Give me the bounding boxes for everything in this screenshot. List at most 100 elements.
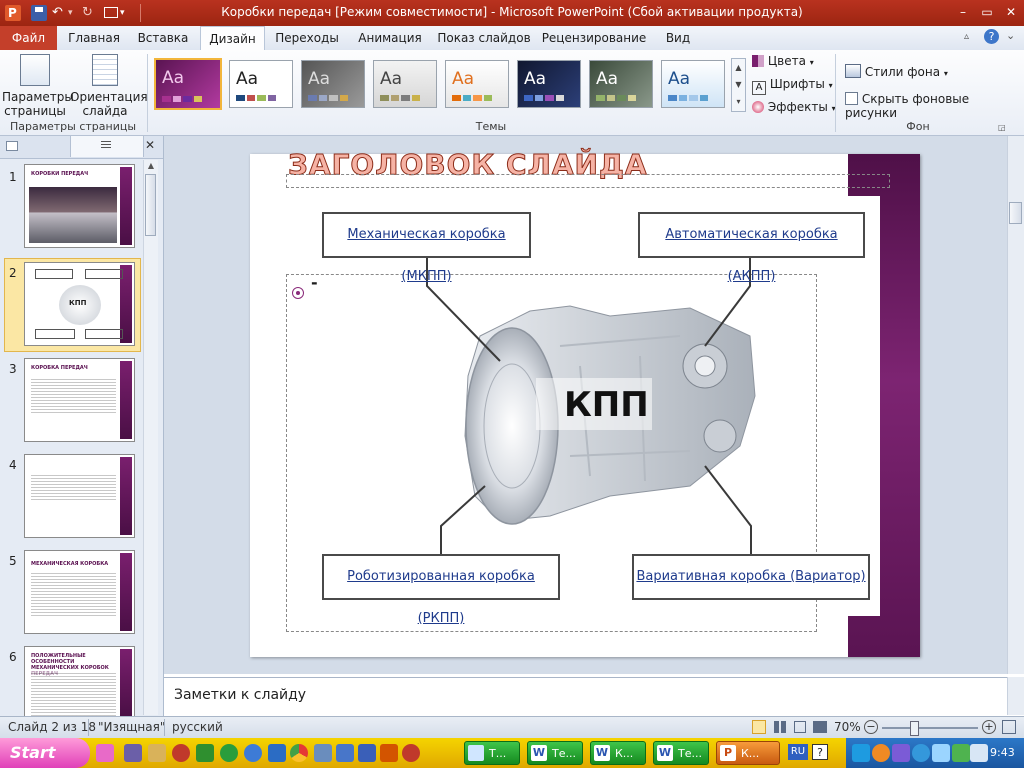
slides-panel-scrollbar[interactable]: ▲: [143, 160, 158, 715]
zoom-slider-thumb[interactable]: [910, 721, 919, 736]
title-placeholder-frame[interactable]: [286, 174, 890, 188]
gallery-up-icon[interactable]: ▲: [732, 59, 745, 76]
zoom-slider[interactable]: [882, 721, 978, 736]
fit-to-window-icon[interactable]: [1002, 720, 1016, 734]
ribbon-expand-icon[interactable]: ⌄: [1006, 29, 1015, 42]
slide-orientation-button[interactable]: Ориентация слайда: [70, 54, 148, 118]
theme-paper[interactable]: Aa: [373, 60, 437, 108]
taskbar-button-active[interactable]: P К...: [716, 741, 780, 765]
volume-icon[interactable]: [970, 744, 988, 762]
close-panel-icon[interactable]: ✕: [145, 138, 155, 152]
ie-icon[interactable]: [244, 744, 262, 762]
slide-thumbnail-2[interactable]: КПП: [24, 262, 135, 346]
scroll-up-icon[interactable]: ▲: [144, 160, 158, 172]
theme-effects-button[interactable]: Эффекты ▾: [752, 100, 836, 114]
theme-green-gray[interactable]: Aa: [589, 60, 653, 108]
outline-tab[interactable]: [70, 136, 144, 157]
opera-icon[interactable]: [172, 744, 190, 762]
stop-icon[interactable]: [402, 744, 420, 762]
minimize-icon[interactable]: –: [952, 4, 974, 20]
help-icon[interactable]: ?: [984, 29, 999, 44]
theme-name[interactable]: "Изящная": [98, 720, 165, 734]
clock[interactable]: 9:43: [990, 746, 1015, 759]
chrome-icon[interactable]: [290, 744, 308, 762]
theme-office[interactable]: Aa: [229, 60, 293, 108]
reading-view-icon[interactable]: [794, 721, 806, 733]
theme-dark-blue[interactable]: Aa: [517, 60, 581, 108]
tab-review[interactable]: Рецензирование: [538, 26, 650, 50]
slide-thumbnail-1[interactable]: КОРОБКИ ПЕРЕДАЧ: [24, 164, 135, 248]
tab-animations[interactable]: Анимация: [350, 26, 430, 50]
gallery-down-icon[interactable]: ▼: [732, 76, 745, 93]
word-icon[interactable]: [358, 744, 376, 762]
tab-design[interactable]: Дизайн: [200, 26, 265, 50]
background-dialog-launcher-icon[interactable]: ◲: [998, 123, 1006, 132]
language-indicator[interactable]: русский: [172, 720, 223, 734]
theme-orange[interactable]: Aa: [445, 60, 509, 108]
slides-tab-icon[interactable]: [6, 141, 18, 151]
taskbar-button[interactable]: W Те...: [653, 741, 709, 765]
customize-qa-icon[interactable]: ▾: [120, 4, 138, 22]
quicklaunch-icon[interactable]: [336, 744, 354, 762]
quicklaunch-icon[interactable]: [96, 744, 114, 762]
theme-fonts-button[interactable]: A Шрифты ▾: [752, 77, 833, 95]
notes-scrollbar[interactable]: [1007, 677, 1024, 715]
powerpoint-app-icon[interactable]: P: [4, 4, 22, 22]
tab-home[interactable]: Главная: [62, 26, 126, 50]
slide-thumbnail-5[interactable]: МЕХАНИЧЕСКАЯ КОРОБКА: [24, 550, 135, 634]
zoom-level[interactable]: 70%: [834, 720, 861, 734]
zoom-in-icon[interactable]: +: [982, 720, 996, 734]
slide-thumbnail-6[interactable]: ПОЛОЖИТЕЛЬНЫЕ ОСОБЕННОСТИ МЕХАНИЧЕСКИХ К…: [24, 646, 135, 716]
redo-icon[interactable]: ↻: [82, 4, 100, 22]
taskbar-button[interactable]: W К...: [590, 741, 646, 765]
theme-gray[interactable]: Aa: [301, 60, 365, 108]
folder-icon[interactable]: [148, 744, 166, 762]
theme-colors-button[interactable]: Цвета ▾: [752, 54, 814, 68]
gearbox-label[interactable]: КПП: [564, 385, 649, 425]
tray-icon[interactable]: [872, 744, 890, 762]
tray-icon[interactable]: [852, 744, 870, 762]
close-icon[interactable]: ✕: [1000, 4, 1022, 20]
slideshow-view-icon[interactable]: [813, 721, 827, 733]
normal-view-icon[interactable]: [752, 720, 766, 734]
taskbar-button[interactable]: Т...: [464, 741, 520, 765]
tray-icon[interactable]: [912, 744, 930, 762]
callout-automatic[interactable]: Автоматическая коробка (АКПП): [638, 212, 865, 284]
tray-icon[interactable]: [892, 744, 910, 762]
taskbar-button[interactable]: W Те...: [527, 741, 583, 765]
quicklaunch-icon[interactable]: [220, 744, 238, 762]
tray-icon[interactable]: [932, 744, 950, 762]
callout-manual[interactable]: Механическая коробка (МКПП): [322, 212, 531, 284]
theme-light-blue[interactable]: Aa: [661, 60, 725, 108]
theme-gallery-scroll[interactable]: ▲ ▼ ▾: [731, 58, 746, 112]
language-indicator[interactable]: RU: [788, 744, 808, 760]
callout-variator[interactable]: Вариативная коробка (Вариатор): [632, 554, 870, 600]
hide-background-checkbox[interactable]: [845, 92, 858, 105]
tab-transitions[interactable]: Переходы: [268, 26, 346, 50]
network-icon[interactable]: [952, 744, 970, 762]
slide-sorter-icon[interactable]: [774, 721, 786, 733]
scroll-thumb[interactable]: [145, 174, 156, 236]
minimize-ribbon-icon[interactable]: ▵: [964, 31, 969, 42]
tab-file[interactable]: Файл: [0, 26, 57, 50]
page-setup-button[interactable]: Параметры страницы: [2, 54, 74, 118]
zoom-out-icon[interactable]: −: [864, 720, 878, 734]
notes-placeholder[interactable]: Заметки к слайду: [174, 687, 306, 703]
background-styles-button[interactable]: Стили фона ▾: [845, 64, 948, 79]
help-icon[interactable]: ?: [812, 744, 828, 760]
tab-slideshow[interactable]: Показ слайдов: [434, 26, 534, 50]
slide-thumbnail-4[interactable]: [24, 454, 135, 538]
tab-view[interactable]: Вид: [656, 26, 700, 50]
theme-elegant[interactable]: Aa: [154, 58, 222, 110]
tab-insert[interactable]: Вставка: [130, 26, 196, 50]
utorrent-icon[interactable]: [196, 744, 214, 762]
slideshow-qa-icon[interactable]: [102, 4, 120, 22]
save-icon[interactable]: [30, 4, 48, 22]
gallery-more-icon[interactable]: ▾: [732, 93, 745, 110]
notes-pane[interactable]: Заметки к слайду: [164, 677, 1007, 716]
start-button[interactable]: Start: [0, 738, 90, 768]
scroll-thumb[interactable]: [1009, 202, 1022, 224]
quicklaunch-icon[interactable]: [268, 744, 286, 762]
powerpoint-icon[interactable]: [380, 744, 398, 762]
callout-robotic[interactable]: Роботизированная коробка (РКПП): [322, 554, 560, 626]
